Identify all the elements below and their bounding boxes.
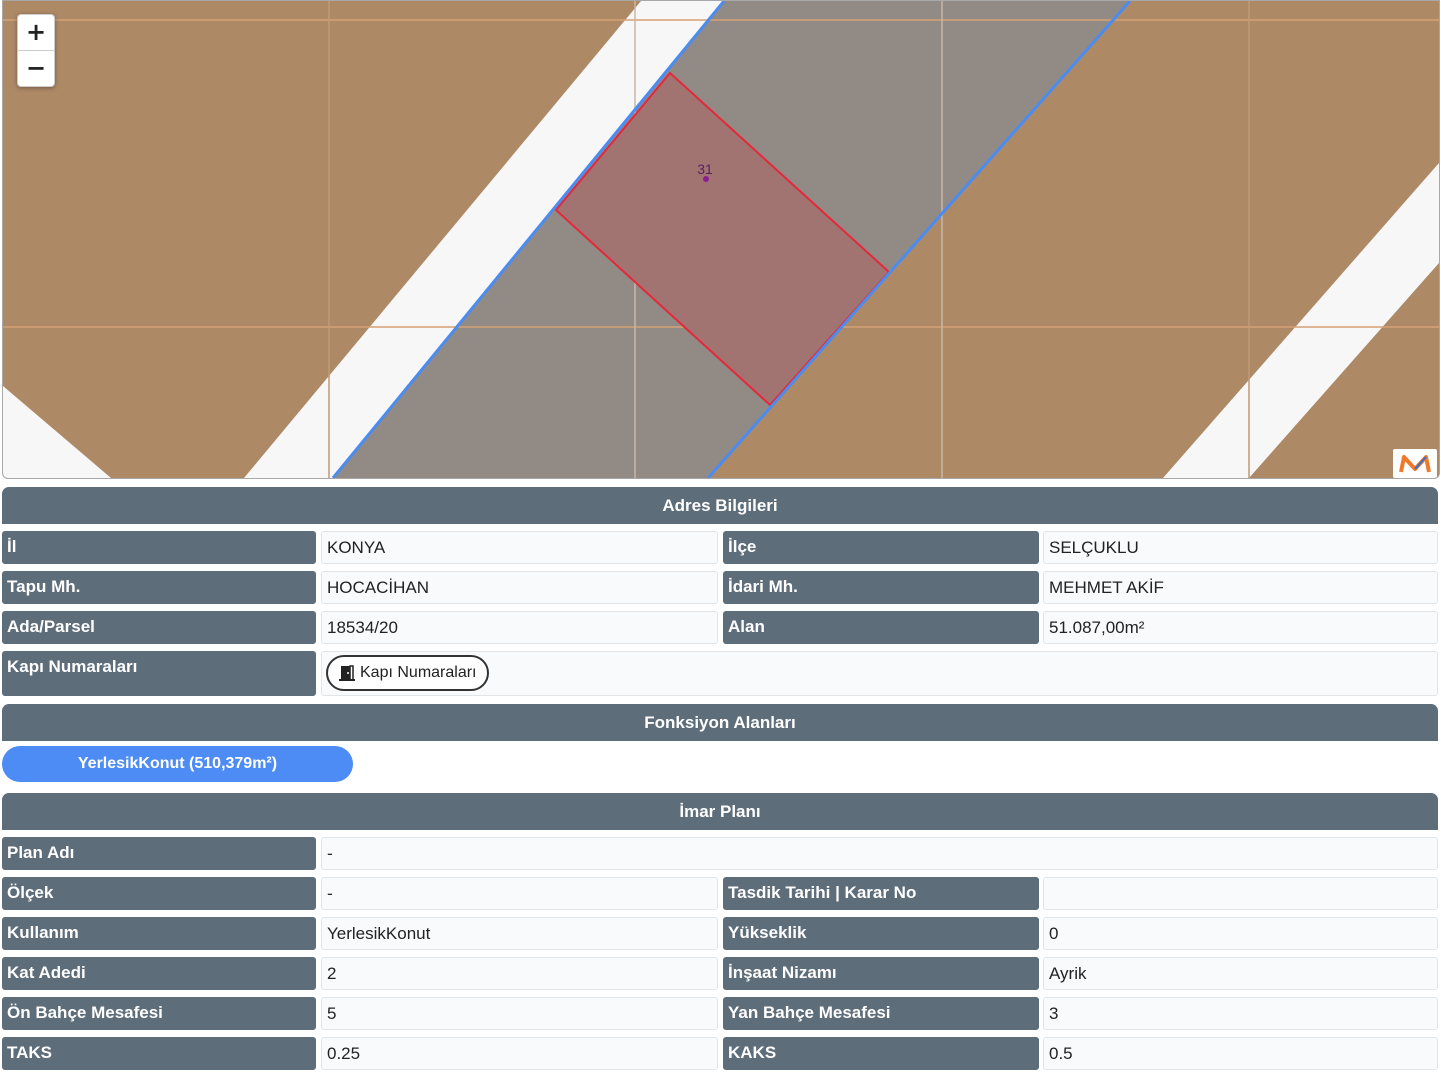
- il-value: KONYA: [321, 531, 718, 564]
- yan-bahce-value: 3: [1043, 997, 1438, 1030]
- alan-label: Alan: [723, 611, 1039, 644]
- kapi-label: Kapı Numaraları: [2, 651, 316, 696]
- ilce-label: İlçe: [723, 531, 1039, 564]
- kullanim-label: Kullanım: [2, 917, 316, 950]
- kat-adedi-value: 2: [321, 957, 718, 990]
- insaat-nizami-label: İnşaat Nizamı: [723, 957, 1039, 990]
- tasdik-label: Tasdik Tarihi | Karar No: [723, 877, 1039, 910]
- on-bahce-label: Ön Bahçe Mesafesi: [2, 997, 316, 1030]
- logo-icon: [1399, 455, 1431, 473]
- idari-value: MEHMET AKİF: [1043, 571, 1438, 604]
- zoning-section-header: İmar Planı: [2, 793, 1438, 830]
- kapi-value-cell: [321, 651, 1438, 696]
- ada-parsel-label: Ada/Parsel: [2, 611, 316, 644]
- taks-label: TAKS: [2, 1037, 316, 1070]
- map-view[interactable]: 31 + −: [2, 0, 1440, 479]
- on-bahce-value: 5: [321, 997, 718, 1030]
- olcek-label: Ölçek: [2, 877, 316, 910]
- zoom-control: + −: [17, 14, 55, 87]
- function-chip-yerlesikkonut[interactable]: YerlesikKonut (510,379m²): [2, 746, 353, 782]
- ada-parsel-value: 18534/20: [321, 611, 718, 644]
- parcel-number-label: 31: [697, 161, 713, 177]
- idari-label: İdari Mh.: [723, 571, 1039, 604]
- tapu-value: HOCACİHAN: [321, 571, 718, 604]
- yukseklik-value: 0: [1043, 917, 1438, 950]
- alan-value: 51.087,00m²: [1043, 611, 1438, 644]
- kaks-value: 0.5: [1043, 1037, 1438, 1070]
- olcek-value: -: [321, 877, 718, 910]
- yan-bahce-label: Yan Bahçe Mesafesi: [723, 997, 1039, 1030]
- functions-section-header: Fonksiyon Alanları: [2, 704, 1438, 741]
- ilce-value: SELÇUKLU: [1043, 531, 1438, 564]
- taks-value: 0.25: [321, 1037, 718, 1070]
- insaat-nizami-value: Ayrik: [1043, 957, 1438, 990]
- address-section-header: Adres Bilgileri: [2, 487, 1438, 524]
- map-canvas[interactable]: 31: [3, 1, 1439, 478]
- parcel-marker: [703, 176, 709, 182]
- zoom-out-button[interactable]: −: [18, 50, 54, 86]
- yukseklik-label: Yükseklik: [723, 917, 1039, 950]
- tasdik-value: [1043, 877, 1438, 910]
- kapi-numaralari-button[interactable]: Kapı Numaraları: [326, 655, 489, 691]
- map-logo: [1393, 449, 1437, 478]
- tapu-label: Tapu Mh.: [2, 571, 316, 604]
- kullanim-value: YerlesikKonut: [321, 917, 718, 950]
- zoom-in-button[interactable]: +: [18, 15, 54, 50]
- il-label: İl: [2, 531, 316, 564]
- kaks-label: KAKS: [723, 1037, 1039, 1070]
- door-icon: [339, 665, 355, 681]
- kapi-button-label: Kapı Numaraları: [360, 664, 477, 681]
- plan-adi-value: -: [321, 837, 1438, 870]
- plan-adi-label: Plan Adı: [2, 837, 316, 870]
- kat-adedi-label: Kat Adedi: [2, 957, 316, 990]
